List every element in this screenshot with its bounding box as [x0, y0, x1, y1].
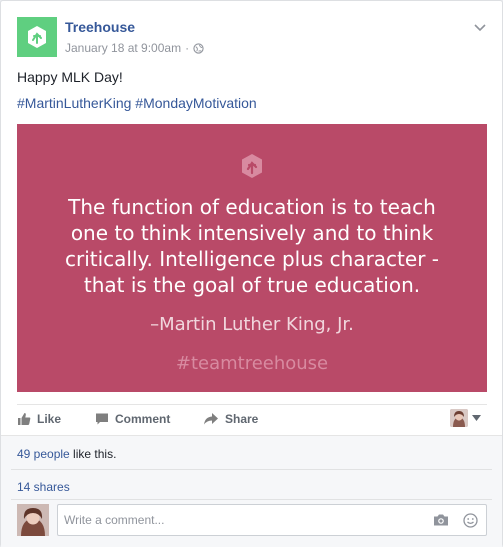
comment-label: Comment	[115, 412, 171, 426]
quote-line: The function of education is to teach	[68, 195, 436, 219]
comment-button[interactable]: Comment	[95, 412, 170, 426]
share-button[interactable]: Share	[203, 412, 258, 426]
like-button[interactable]: Like	[17, 412, 61, 426]
post-image[interactable]: The function of education is to teach on…	[17, 124, 487, 392]
page-name-link[interactable]: Treehouse	[65, 19, 135, 35]
post-timestamp[interactable]: January 18 at 9:00am	[65, 41, 181, 55]
chevron-down-icon[interactable]	[473, 21, 487, 35]
post-hashtags: #MartinLutherKing #MondayMotivation	[17, 95, 257, 111]
share-label: Share	[225, 412, 259, 426]
commenter-avatar[interactable]	[17, 504, 49, 536]
comment-box	[57, 504, 487, 536]
globe-icon	[193, 42, 204, 54]
shares-count-link[interactable]: 14 shares	[17, 480, 70, 494]
hashtag-link[interactable]: #MondayMotivation	[135, 95, 256, 111]
quote-line: critically. Intelligence plus character …	[64, 247, 439, 271]
post-card: Treehouse January 18 at 9:00am · Happy M…	[0, 0, 503, 547]
post-meta: January 18 at 9:00am ·	[65, 41, 204, 55]
hashtag-link[interactable]: #MartinLutherKing	[17, 95, 131, 111]
quote-author: –Martin Luther King, Jr.	[150, 314, 354, 335]
emoji-icon[interactable]	[463, 513, 478, 528]
page-avatar[interactable]	[17, 17, 57, 57]
camera-icon[interactable]	[433, 513, 449, 527]
comment-icon	[96, 413, 108, 425]
share-arrow-icon	[204, 413, 218, 425]
meta-separator: ·	[185, 41, 190, 55]
divider	[11, 469, 492, 470]
user-avatar	[450, 409, 468, 427]
quote-line: that is the goal of true education.	[83, 273, 421, 297]
divider	[11, 499, 492, 500]
thumbs-up-icon	[18, 413, 31, 425]
caret-down-icon	[472, 415, 481, 421]
likes-suffix: like this.	[69, 447, 117, 461]
user-photo-icon	[450, 409, 468, 427]
post-actions-bar: Like Comment Share	[17, 404, 487, 434]
user-photo-icon	[17, 504, 49, 536]
treehouse-logo-icon	[242, 154, 262, 178]
likes-summary: 49 people like this.	[17, 447, 116, 461]
post-as-selector[interactable]	[450, 409, 481, 427]
post-footer: 49 people like this. 14 shares	[1, 435, 502, 547]
post-header: Treehouse January 18 at 9:00am ·	[17, 17, 487, 57]
comment-input[interactable]	[58, 505, 418, 535]
quote-text: The function of education is to teach on…	[17, 194, 487, 298]
comment-tools	[433, 513, 478, 528]
like-label: Like	[37, 412, 62, 426]
treehouse-logo-icon	[28, 26, 46, 48]
post-status-text: Happy MLK Day!	[17, 69, 123, 85]
quote-hashtag: #teamtreehouse	[175, 353, 329, 374]
likes-count-link[interactable]: 49 people	[17, 447, 70, 461]
quote-line: one to think intensively and to think	[70, 221, 434, 245]
